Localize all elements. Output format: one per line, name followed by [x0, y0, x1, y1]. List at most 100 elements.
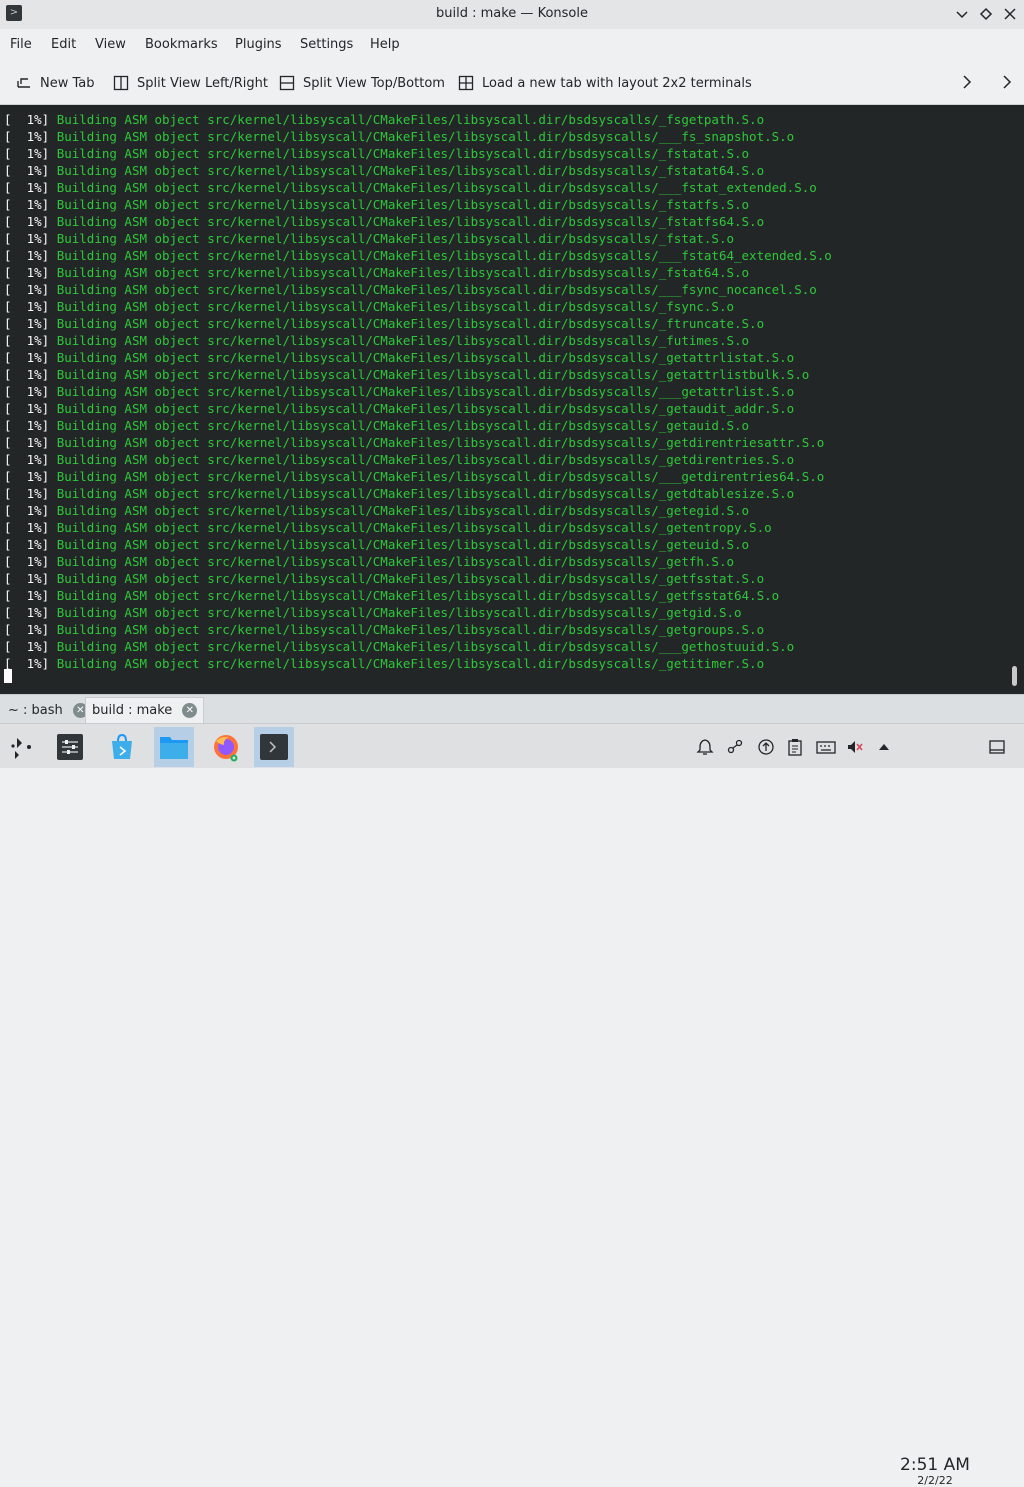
discover-icon[interactable]	[102, 727, 142, 767]
progress-percent: [ 1%]	[4, 214, 50, 229]
terminal-line: [ 1%] Building ASM object src/kernel/lib…	[4, 621, 764, 638]
new-tab-label: New Tab	[40, 75, 95, 91]
progress-percent: [ 1%]	[4, 401, 50, 416]
terminal-line: [ 1%] Building ASM object src/kernel/lib…	[4, 570, 764, 587]
split-left-right-icon	[113, 75, 129, 91]
terminal-cursor	[4, 669, 12, 683]
build-message: Building ASM object src/kernel/libsyscal…	[56, 571, 765, 586]
build-message: Building ASM object src/kernel/libsyscal…	[56, 486, 795, 501]
split-left-right-label: Split View Left/Right	[137, 75, 269, 91]
terminal-line: [ 1%] Building ASM object src/kernel/lib…	[4, 536, 749, 553]
notifications-icon[interactable]	[696, 738, 714, 756]
build-message: Building ASM object src/kernel/libsyscal…	[56, 316, 765, 331]
terminal-output[interactable]: [ 1%] Building ASM object src/kernel/lib…	[0, 105, 1024, 694]
tab-bash[interactable]: ~ : bash ✕	[2, 697, 94, 723]
progress-percent: [ 1%]	[4, 282, 50, 297]
terminal-line: [ 1%] Building ASM object src/kernel/lib…	[4, 230, 734, 247]
terminal-line: [ 1%] Building ASM object src/kernel/lib…	[4, 638, 794, 655]
build-message: Building ASM object src/kernel/libsyscal…	[56, 384, 795, 399]
tab-build-make[interactable]: build : make ✕	[85, 697, 205, 723]
menu-help[interactable]: Help	[370, 37, 400, 52]
build-message: Building ASM object src/kernel/libsyscal…	[56, 622, 765, 637]
build-message: Building ASM object src/kernel/libsyscal…	[56, 537, 750, 552]
progress-percent: [ 1%]	[4, 486, 50, 501]
kde-connect-icon[interactable]	[726, 738, 744, 756]
build-message: Building ASM object src/kernel/libsyscal…	[56, 231, 734, 246]
terminal-line: [ 1%] Building ASM object src/kernel/lib…	[4, 196, 749, 213]
new-tab-icon	[16, 75, 32, 91]
window-titlebar[interactable]: > build : make — Konsole	[0, 0, 1024, 29]
terminal-line: [ 1%] Building ASM object src/kernel/lib…	[4, 264, 749, 281]
build-message: Building ASM object src/kernel/libsyscal…	[56, 418, 750, 433]
progress-percent: [ 1%]	[4, 469, 50, 484]
menu-plugins[interactable]: Plugins	[235, 37, 282, 52]
progress-percent: [ 1%]	[4, 605, 50, 620]
build-message: Building ASM object src/kernel/libsyscal…	[56, 503, 750, 518]
toolbar-overflow-chevron-icon[interactable]	[997, 72, 1017, 92]
tab-build-make-label: build : make	[92, 703, 173, 718]
progress-percent: [ 1%]	[4, 299, 50, 314]
build-message: Building ASM object src/kernel/libsyscal…	[56, 163, 765, 178]
menu-view[interactable]: View	[95, 37, 126, 52]
progress-percent: [ 1%]	[4, 537, 50, 552]
taskbar: 2:51 AM 2/2/22	[0, 723, 1024, 1487]
progress-percent: [ 1%]	[4, 367, 50, 382]
maximize-icon[interactable]	[976, 4, 996, 24]
keyboard-icon[interactable]	[816, 738, 836, 756]
menu-edit[interactable]: Edit	[51, 37, 76, 52]
clock-date[interactable]: 2/2/22	[900, 1474, 970, 1487]
progress-percent: [ 1%]	[4, 248, 50, 263]
terminal-line: [ 1%] Building ASM object src/kernel/lib…	[4, 298, 734, 315]
menu-bookmarks[interactable]: Bookmarks	[145, 37, 218, 52]
tab-bash-label: ~ : bash	[8, 702, 63, 718]
close-icon[interactable]	[1000, 4, 1020, 24]
terminal-line: [ 1%] Building ASM object src/kernel/lib…	[4, 366, 809, 383]
terminal-scrollbar[interactable]	[1012, 666, 1017, 686]
show-desktop-icon[interactable]	[988, 738, 1006, 756]
split-top-bottom-icon	[279, 75, 295, 91]
terminal-line: [ 1%] Building ASM object src/kernel/lib…	[4, 128, 794, 145]
progress-percent: [ 1%]	[4, 231, 50, 246]
dolphin-icon[interactable]	[154, 727, 194, 767]
terminal-line: [ 1%] Building ASM object src/kernel/lib…	[4, 213, 764, 230]
split-left-right-button[interactable]: Split View Left/Right	[113, 73, 268, 93]
tab-build-make-close-icon[interactable]: ✕	[182, 703, 198, 718]
build-message: Building ASM object src/kernel/libsyscal…	[56, 401, 795, 416]
menu-file[interactable]: File	[10, 37, 32, 52]
konsole-icon[interactable]	[254, 727, 294, 767]
toolbar-chevron-right-icon[interactable]	[957, 72, 977, 92]
toolbar: New Tab Split View Left/Right Split View…	[0, 60, 1024, 105]
build-message: Building ASM object src/kernel/libsyscal…	[56, 350, 795, 365]
progress-percent: [ 1%]	[4, 554, 50, 569]
terminal-line: [ 1%] Building ASM object src/kernel/lib…	[4, 247, 832, 264]
clock-time[interactable]: 2:51 AM	[900, 1455, 970, 1475]
terminal-line: [ 1%] Building ASM object src/kernel/lib…	[4, 400, 794, 417]
build-message: Building ASM object src/kernel/libsyscal…	[56, 435, 825, 450]
application-launcher-icon[interactable]	[2, 727, 42, 767]
progress-percent: [ 1%]	[4, 418, 50, 433]
build-message: Building ASM object src/kernel/libsyscal…	[56, 367, 810, 382]
terminal-line: [ 1%] Building ASM object src/kernel/lib…	[4, 315, 764, 332]
terminal-line: [ 1%] Building ASM object src/kernel/lib…	[4, 451, 794, 468]
split-top-bottom-button[interactable]: Split View Top/Bottom	[279, 73, 445, 93]
progress-percent: [ 1%]	[4, 588, 50, 603]
settings-icon[interactable]	[50, 727, 90, 767]
volume-muted-icon[interactable]	[846, 738, 864, 756]
progress-percent: [ 1%]	[4, 503, 50, 518]
menu-settings[interactable]: Settings	[300, 37, 353, 52]
progress-percent: [ 1%]	[4, 112, 50, 127]
terminal-line: [ 1%] Building ASM object src/kernel/lib…	[4, 111, 764, 128]
new-tab-button[interactable]: New Tab	[16, 73, 95, 93]
updates-icon[interactable]	[757, 738, 775, 756]
build-message: Building ASM object src/kernel/libsyscal…	[56, 605, 742, 620]
clipboard-icon[interactable]	[786, 738, 804, 756]
build-message: Building ASM object src/kernel/libsyscal…	[56, 588, 780, 603]
progress-percent: [ 1%]	[4, 639, 50, 654]
minimize-icon[interactable]	[952, 4, 972, 24]
terminal-line: [ 1%] Building ASM object src/kernel/lib…	[4, 587, 779, 604]
layout-2x2-button[interactable]: Load a new tab with layout 2x2 terminals	[458, 73, 752, 93]
firefox-icon[interactable]	[206, 727, 246, 767]
build-message: Building ASM object src/kernel/libsyscal…	[56, 452, 795, 467]
progress-percent: [ 1%]	[4, 571, 50, 586]
tray-expand-icon[interactable]	[875, 738, 893, 756]
